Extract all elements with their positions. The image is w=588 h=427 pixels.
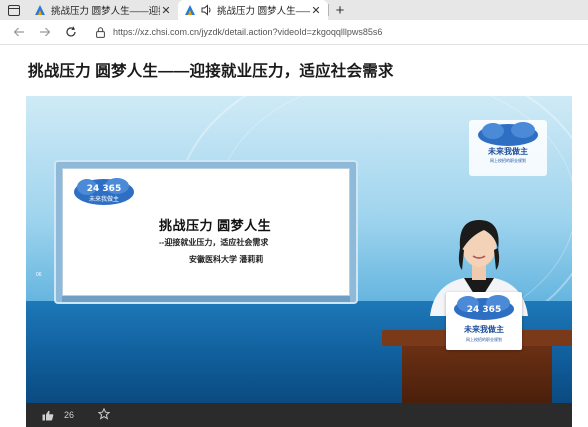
screen-logo-number: 24 365 bbox=[87, 184, 121, 194]
favorite-button[interactable] bbox=[97, 407, 111, 423]
tab-title: 挑战压力 圆梦人生——迎接就业 bbox=[51, 6, 160, 17]
watermark-small-text: 网上校招的职业规划 bbox=[490, 158, 526, 163]
slide-author: 安徽医科大学 潘莉莉 bbox=[189, 255, 264, 264]
tab-2-active[interactable]: 挑战压力 圆梦人生——迎接 ✕ bbox=[178, 0, 328, 20]
reload-button[interactable] bbox=[58, 20, 84, 45]
channel-watermark: 未来我做主 网上校招的职业规划 bbox=[469, 120, 547, 176]
studio-monitor: 24 365 未来我做主 挑战压力 圆梦人生 --迎接就业压力，适应社会需求 安… bbox=[56, 162, 356, 302]
watermark-text: 未来我做主 bbox=[488, 147, 528, 156]
star-icon bbox=[97, 407, 111, 420]
arrow-right-icon bbox=[40, 27, 51, 37]
podium-small-text: 网上校招的职业规划 bbox=[466, 337, 502, 342]
like-count: 26 bbox=[64, 410, 75, 420]
podium-text: 未来我做主 bbox=[464, 325, 504, 334]
close-tab-icon[interactable]: ✕ bbox=[310, 4, 322, 17]
cloud-logo-icon: 24 365 未来我做主 bbox=[74, 178, 134, 205]
thumbs-up-icon bbox=[42, 410, 54, 420]
like-button[interactable]: 26 bbox=[42, 410, 74, 421]
tab-1[interactable]: 挑战压力 圆梦人生——迎接就业 ✕ bbox=[28, 0, 178, 20]
slide-screen: 24 365 未来我做主 挑战压力 圆梦人生 --迎接就业压力，适应社会需求 安… bbox=[62, 168, 350, 296]
podium-logo-number: 24 365 bbox=[467, 305, 501, 315]
site-favicon-icon bbox=[35, 5, 45, 15]
cloud-logo-icon: 24 365 bbox=[454, 295, 514, 320]
cloud-logo-icon bbox=[478, 122, 538, 146]
video-player[interactable]: 24 365 未来我做主 挑战压力 圆梦人生 --迎接就业压力，适应社会需求 安… bbox=[26, 96, 572, 403]
page-title: 挑战压力 圆梦人生——迎接就业压力，适应社会需求 bbox=[28, 63, 394, 80]
arrow-left-icon bbox=[13, 27, 24, 37]
address-bar[interactable]: https://xz.chsi.com.cn/jyzdk/detail.acti… bbox=[96, 26, 382, 38]
url-text[interactable]: https://xz.chsi.com.cn/jyzdk/detail.acti… bbox=[113, 27, 382, 37]
tab-strip: 挑战压力 圆梦人生——迎接就业 ✕ 挑战压力 圆梦人生——迎接 ✕ + bbox=[0, 0, 588, 20]
monitor-time-right: 37:06 bbox=[334, 272, 347, 278]
site-favicon-icon bbox=[185, 5, 195, 15]
slide-subtitle: --迎接就业压力，适应社会需求 bbox=[159, 238, 269, 247]
reload-icon bbox=[66, 26, 76, 37]
podium-body bbox=[402, 346, 552, 403]
video-actions-bar: 26 bbox=[26, 403, 572, 427]
monitor-time-left: 06 bbox=[36, 272, 42, 278]
back-button[interactable] bbox=[6, 20, 32, 45]
window-menu-icon[interactable] bbox=[0, 0, 28, 20]
slide-title: 挑战压力 圆梦人生 bbox=[159, 218, 272, 233]
forward-button[interactable] bbox=[32, 20, 58, 45]
screen-logo-caption: 未来我做主 bbox=[89, 195, 119, 203]
speaker-icon[interactable] bbox=[201, 4, 213, 16]
address-toolbar: https://xz.chsi.com.cn/jyzdk/detail.acti… bbox=[0, 20, 588, 45]
tab-title: 挑战压力 圆梦人生——迎接 bbox=[217, 6, 310, 17]
new-tab-button[interactable]: + bbox=[329, 0, 351, 20]
close-tab-icon[interactable]: ✕ bbox=[160, 4, 172, 17]
monitor-bottom-bar bbox=[62, 296, 350, 302]
lock-icon[interactable] bbox=[96, 26, 105, 38]
podium-logo-panel: 24 365 未来我做主 网上校招的职业规划 bbox=[446, 292, 522, 350]
